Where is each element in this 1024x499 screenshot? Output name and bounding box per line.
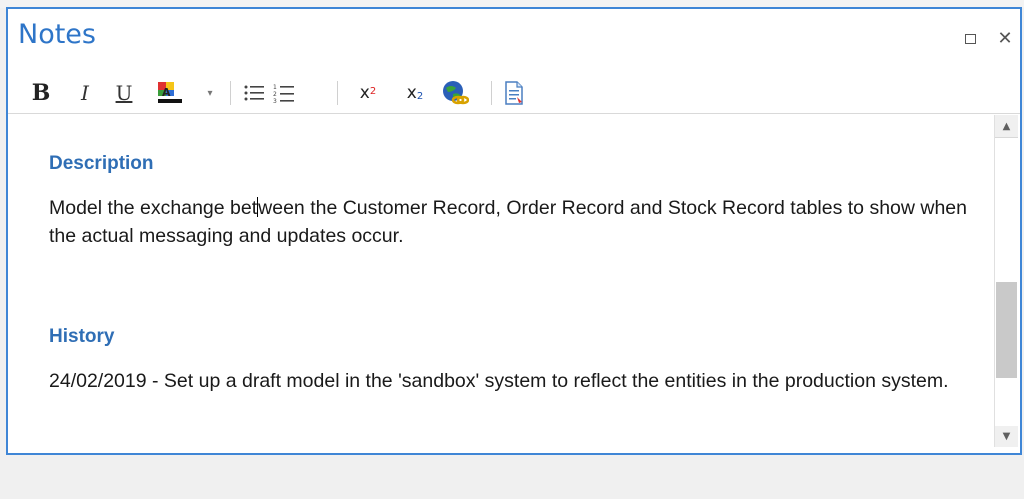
- numbered-list-icon: 1 2 3: [273, 84, 294, 104]
- scroll-track[interactable]: [995, 137, 1018, 426]
- bullet-list-button[interactable]: [241, 79, 267, 107]
- bullet-list-icon: [244, 85, 264, 101]
- subscript-button[interactable]: x2: [400, 79, 430, 107]
- toolbar-separator: [230, 81, 231, 105]
- numbered-list-button[interactable]: 1 2 3: [271, 79, 297, 107]
- globe-link-icon: [443, 81, 469, 105]
- svg-text:A: A: [162, 86, 171, 99]
- maximize-button[interactable]: [960, 29, 980, 49]
- subscript-mark: 2: [416, 90, 424, 102]
- subscript-label: x: [406, 83, 417, 103]
- close-button[interactable]: ✕: [995, 29, 1015, 49]
- notes-panel: Notes ✕ B I U A ▾ 1 2 3 x 2 x 2 Descript…: [6, 7, 1022, 455]
- linked-document-button[interactable]: [500, 79, 528, 107]
- panel-title: Notes: [18, 19, 96, 50]
- italic-button[interactable]: I: [77, 79, 93, 107]
- description-heading: Description: [49, 153, 154, 174]
- toolbar-separator: [491, 81, 492, 105]
- title-bar: Notes ✕: [8, 9, 1020, 73]
- text-color-icon: A: [158, 82, 182, 103]
- description-text[interactable]: Model the exchange between the Customer …: [49, 194, 969, 250]
- svg-text:3: 3: [273, 98, 277, 104]
- svg-text:2: 2: [273, 91, 277, 98]
- superscript-mark: 2: [369, 85, 377, 97]
- document-icon: [505, 81, 523, 105]
- scroll-thumb[interactable]: [996, 282, 1017, 378]
- scroll-down-button[interactable]: ▼: [995, 425, 1018, 447]
- history-heading: History: [49, 326, 115, 347]
- history-text[interactable]: 24/02/2019 - Set up a draft model in the…: [49, 367, 969, 395]
- vertical-scrollbar[interactable]: ▲ ▼: [994, 115, 1018, 447]
- background-area: [0, 456, 1024, 499]
- text-color-dropdown[interactable]: ▾: [205, 85, 215, 101]
- underline-button[interactable]: U: [114, 79, 134, 107]
- bold-button[interactable]: B: [30, 79, 52, 107]
- text-color-button[interactable]: A: [154, 79, 188, 107]
- description-text-start: Model the exchange bet: [49, 197, 258, 219]
- notes-editor[interactable]: Description Model the exchange between t…: [16, 115, 992, 447]
- superscript-label: x: [359, 83, 370, 103]
- maximize-icon: [964, 34, 976, 44]
- superscript-button[interactable]: x2: [353, 79, 383, 107]
- toolbar-separator: [337, 81, 338, 105]
- scroll-up-button[interactable]: ▲: [995, 115, 1018, 137]
- hyperlink-button[interactable]: [440, 79, 470, 107]
- formatting-toolbar: B I U A ▾ 1 2 3 x 2 x 2: [8, 73, 1020, 114]
- svg-text:1: 1: [273, 84, 277, 91]
